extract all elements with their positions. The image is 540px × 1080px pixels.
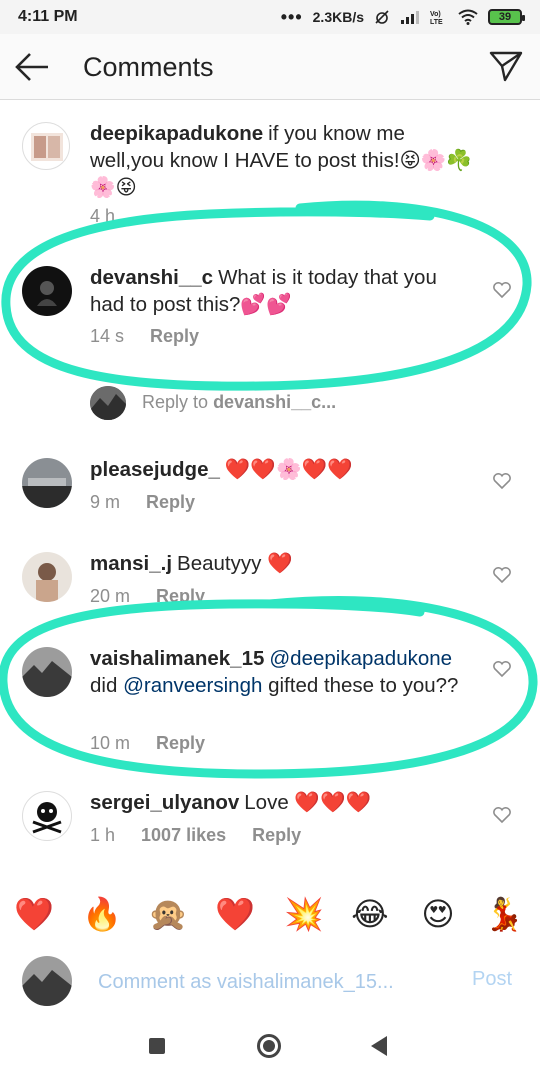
comment-text: vaishalimanek_15 @deepikapadukone did @ra…: [90, 645, 475, 699]
comment-item: vaishalimanek_15 @deepikapadukone did @ra…: [0, 645, 540, 755]
comment-body: Beautyyy ❤️: [177, 552, 293, 575]
emoji-button[interactable]: ❤️: [14, 894, 54, 934]
avatar: [90, 386, 126, 420]
comment-text: sergei_ulyanov Love ❤️❤️❤️: [90, 789, 475, 816]
recents-button[interactable]: [149, 1038, 165, 1054]
volte-icon: Vo)LTE: [430, 11, 443, 25]
status-right: ••• 2.3KB/s Vo) LTE 39: [280, 7, 525, 27]
reply-to-field[interactable]: Reply to devanshi__c...: [90, 386, 490, 420]
comment-body: ❤️❤️🌸❤️❤️: [224, 458, 353, 481]
back-arrow-icon[interactable]: [14, 50, 50, 84]
network-speed: 2.3KB/s: [312, 9, 364, 25]
comment-username[interactable]: sergei_ulyanov: [90, 791, 239, 814]
wifi-icon: [458, 9, 478, 25]
status-time: 4:11 PM: [18, 8, 78, 25]
avatar[interactable]: [22, 122, 70, 170]
system-back-button[interactable]: [371, 1036, 387, 1056]
reply-button[interactable]: Reply: [150, 326, 199, 347]
avatar[interactable]: [22, 458, 72, 508]
reply-button[interactable]: Reply: [156, 733, 205, 754]
comment-username[interactable]: devanshi__c: [90, 266, 213, 289]
svg-text:Vo): Vo): [430, 11, 441, 18]
mention-link[interactable]: @ranveersingh: [123, 674, 262, 697]
comment-item: sergei_ulyanov Love ❤️❤️❤️ 1 h 1007 likes…: [0, 789, 540, 859]
avatar[interactable]: [22, 266, 72, 316]
signal-icon: [401, 11, 419, 24]
like-heart-icon[interactable]: [492, 659, 512, 679]
emoji-button[interactable]: ❤️: [215, 894, 255, 934]
comment-meta: 20 m Reply: [90, 586, 205, 607]
avatar[interactable]: [22, 791, 72, 841]
emoji-button[interactable]: 😍: [418, 894, 458, 934]
status-dots: •••: [280, 7, 303, 27]
comment-meta: 14 s Reply: [90, 326, 199, 347]
like-heart-icon[interactable]: [492, 805, 512, 825]
status-bar: 4:11 PM ••• 2.3KB/s Vo) LTE 39: [0, 0, 540, 34]
emoji-button[interactable]: 🙊: [148, 894, 188, 934]
comment-time: 10 m: [90, 733, 131, 753]
comment-time: 14 s: [90, 326, 125, 346]
battery-icon: 39: [488, 9, 525, 25]
send-direct-icon[interactable]: [488, 48, 524, 84]
comment-time: 20 m: [90, 586, 131, 606]
emoji-quick-bar: ❤️ 🔥 🙊 ❤️ 💥 😂 😍 💃: [0, 886, 540, 940]
page-title: Comments: [83, 52, 214, 82]
emoji-button[interactable]: 💃: [484, 894, 524, 934]
reply-to-user: devanshi__c...: [213, 392, 337, 412]
comment-input[interactable]: [98, 966, 448, 998]
comment-text: deepikapadukone if you know me well,you k…: [90, 120, 475, 201]
comment-meta: 1 h 1007 likes Reply: [90, 825, 301, 846]
like-heart-icon[interactable]: [492, 565, 512, 585]
reply-button[interactable]: Reply: [156, 586, 205, 607]
comment-text: mansi_.j Beautyyy ❤️: [90, 550, 475, 577]
reply-to-text[interactable]: Reply to devanshi__c...: [142, 392, 336, 413]
comment-body: did: [90, 674, 118, 697]
comment-time: 1 h: [90, 825, 116, 845]
comment-item: pleasejudge_ ❤️❤️🌸❤️❤️ 9 m Reply: [0, 456, 540, 526]
like-heart-icon[interactable]: [492, 471, 512, 491]
emoji-button[interactable]: 💥: [284, 894, 324, 934]
comment-username[interactable]: mansi_.j: [90, 552, 172, 575]
emoji-button[interactable]: 🔥: [82, 894, 122, 934]
home-button[interactable]: [257, 1034, 281, 1058]
comment-username[interactable]: vaishalimanek_15: [90, 647, 264, 670]
comment-body: gifted these to you??: [268, 674, 459, 697]
comments-header: Comments: [0, 34, 540, 100]
svg-text:LTE: LTE: [430, 19, 443, 25]
likes-count[interactable]: 1007 likes: [141, 825, 226, 846]
comment-meta: 9 m Reply: [90, 492, 195, 513]
comment-text: pleasejudge_ ❤️❤️🌸❤️❤️: [90, 456, 475, 483]
emoji-button[interactable]: 😂: [350, 894, 390, 934]
reply-button[interactable]: Reply: [252, 825, 301, 846]
comment-meta: 4 h: [90, 206, 115, 227]
comment-text: devanshi__c What is it today that you had…: [90, 264, 475, 318]
reply-to-prefix: Reply to: [142, 392, 209, 412]
comment-time: 9 m: [90, 492, 121, 512]
avatar: [22, 956, 72, 1006]
alarm-off-icon: [375, 10, 389, 24]
avatar[interactable]: [22, 552, 72, 602]
comment-body: Love ❤️❤️❤️: [244, 791, 371, 814]
comment-composer: Post: [0, 946, 540, 1018]
comment-time: 4 h: [90, 206, 116, 226]
comment-meta: 10 m Reply: [90, 733, 205, 754]
comment-item: mansi_.j Beautyyy ❤️ 20 m Reply: [0, 550, 540, 620]
mention-link[interactable]: @deepikapadukone: [269, 647, 452, 670]
comment-item: devanshi__c What is it today that you had…: [0, 264, 540, 354]
post-button[interactable]: Post: [472, 968, 512, 991]
comment-username[interactable]: deepikapadukone: [90, 122, 263, 145]
avatar[interactable]: [22, 647, 72, 697]
reply-button[interactable]: Reply: [146, 492, 195, 513]
caption-comment: deepikapadukone if you know me well,you k…: [0, 118, 540, 228]
comment-username[interactable]: pleasejudge_: [90, 458, 220, 481]
system-nav-bar: [0, 1018, 540, 1080]
like-heart-icon[interactable]: [492, 280, 512, 300]
